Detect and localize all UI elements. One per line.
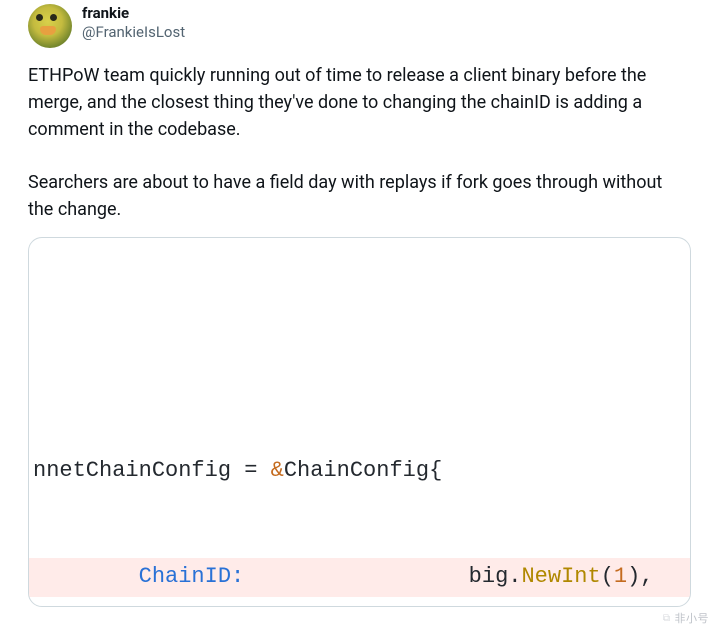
code-line-removed: ChainID: big.NewInt(1), bbox=[29, 558, 690, 596]
embedded-image[interactable]: nnetChainConfig = &ChainConfig{ ChainID:… bbox=[28, 237, 691, 607]
code-line-context: nnetChainConfig = &ChainConfig{ bbox=[29, 452, 690, 490]
watermark: ⧉ 非小号 bbox=[663, 610, 709, 626]
display-name: frankie bbox=[82, 4, 185, 23]
tweet-paragraph-2: Searchers are about to have a field day … bbox=[28, 169, 691, 223]
tweet-text: ETHPoW team quickly running out of time … bbox=[28, 62, 691, 223]
tweet-header: frankie @FrankieIsLost bbox=[28, 4, 691, 48]
tweet-container: frankie @FrankieIsLost ETHPoW team quick… bbox=[0, 0, 719, 607]
tweet-paragraph-1: ETHPoW team quickly running out of time … bbox=[28, 62, 691, 143]
watermark-icon: ⧉ bbox=[663, 613, 671, 624]
user-info[interactable]: frankie @FrankieIsLost bbox=[82, 4, 185, 42]
watermark-text: 非小号 bbox=[675, 610, 710, 626]
handle: @FrankieIsLost bbox=[82, 23, 185, 42]
avatar[interactable] bbox=[28, 4, 72, 48]
code-diff: nnetChainConfig = &ChainConfig{ ChainID:… bbox=[29, 384, 690, 607]
